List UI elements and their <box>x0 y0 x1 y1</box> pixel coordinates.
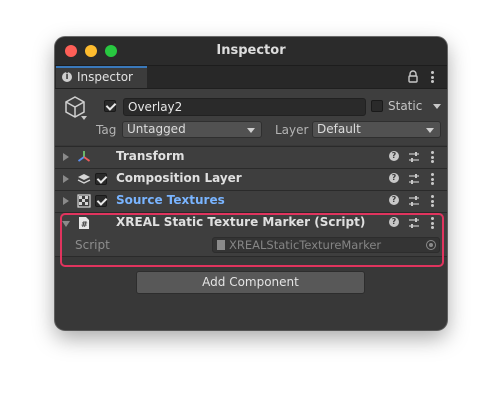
layers-icon <box>77 174 91 184</box>
component-name: XREAL Static Texture Marker (Script) <box>116 215 366 229</box>
tab-menu-icon[interactable] <box>431 71 435 83</box>
static-dropdown-caret[interactable] <box>433 104 441 109</box>
csharp-script-icon: # <box>79 217 89 229</box>
component-xreal-static-texture-marker[interactable]: # XREAL Static Texture Marker (Script) ? <box>55 212 447 234</box>
presets-sliders-icon[interactable] <box>408 195 420 207</box>
window-title: Inspector <box>216 43 286 58</box>
component-menu-icon[interactable] <box>431 151 435 163</box>
tab-inspector[interactable]: i Inspector <box>56 66 147 88</box>
presets-sliders-icon[interactable] <box>408 151 420 163</box>
help-icon[interactable]: ? <box>389 217 399 227</box>
info-icon: i <box>62 72 72 82</box>
component-enabled-checkbox[interactable] <box>95 173 107 185</box>
script-object-field[interactable]: XREALStaticTextureMarker <box>212 237 440 253</box>
script-value: XREALStaticTextureMarker <box>229 238 382 252</box>
tag-value: Untagged <box>127 122 186 136</box>
icon-dropdown-caret[interactable] <box>81 116 87 120</box>
foldout-arrow-icon[interactable] <box>63 175 69 183</box>
object-name-input[interactable]: Overlay2 <box>123 98 366 116</box>
help-icon[interactable]: ? <box>389 173 399 183</box>
tag-dropdown[interactable]: Untagged <box>122 121 262 138</box>
component-menu-icon[interactable] <box>431 217 435 229</box>
component-source-textures[interactable]: Source Textures ? <box>55 190 447 212</box>
inspector-window: Inspector i Inspector Overlay2 Static Ta… <box>55 37 447 330</box>
component-name: Transform <box>116 149 185 163</box>
layer-dropdown[interactable]: Default <box>312 121 441 138</box>
title-bar: Inspector <box>55 37 447 66</box>
static-checkbox[interactable] <box>371 100 383 112</box>
static-label: Static <box>388 99 423 113</box>
component-enabled-checkbox[interactable] <box>95 195 107 207</box>
help-icon[interactable]: ? <box>389 151 399 161</box>
object-picker-icon[interactable] <box>426 240 436 250</box>
add-component-button[interactable]: Add Component <box>136 271 365 294</box>
component-name: Source Textures <box>116 193 225 207</box>
chevron-down-icon <box>426 128 434 133</box>
foldout-arrow-icon[interactable] <box>63 197 69 205</box>
transform-icon <box>77 151 91 162</box>
tab-bar: i Inspector <box>55 66 447 89</box>
help-icon[interactable]: ? <box>389 195 399 205</box>
lock-icon[interactable] <box>407 70 419 84</box>
script-label: Script <box>75 238 110 252</box>
component-composition-layer[interactable]: Composition Layer ? <box>55 168 447 190</box>
presets-sliders-icon[interactable] <box>408 173 420 185</box>
presets-sliders-icon[interactable] <box>408 217 420 229</box>
svg-text:#: # <box>81 220 88 229</box>
script-file-icon <box>217 240 225 250</box>
active-checkbox[interactable] <box>104 100 116 112</box>
foldout-arrow-icon[interactable] <box>62 221 70 227</box>
object-header: Overlay2 Static Tag Untagged Layer Defau… <box>55 89 447 145</box>
chevron-down-icon <box>247 128 255 133</box>
tab-label: Inspector <box>77 70 133 84</box>
component-menu-icon[interactable] <box>431 173 435 185</box>
checker-texture-icon <box>77 194 91 208</box>
foldout-arrow-icon[interactable] <box>63 153 69 161</box>
component-name: Composition Layer <box>116 171 242 185</box>
script-property-row: Script XREALStaticTextureMarker <box>55 234 447 256</box>
layer-label: Layer <box>275 123 309 137</box>
component-menu-icon[interactable] <box>431 195 435 207</box>
layer-value: Default <box>317 122 361 136</box>
divider <box>55 256 447 257</box>
tag-label: Tag <box>96 123 117 137</box>
component-transform[interactable]: Transform ? <box>55 146 447 168</box>
